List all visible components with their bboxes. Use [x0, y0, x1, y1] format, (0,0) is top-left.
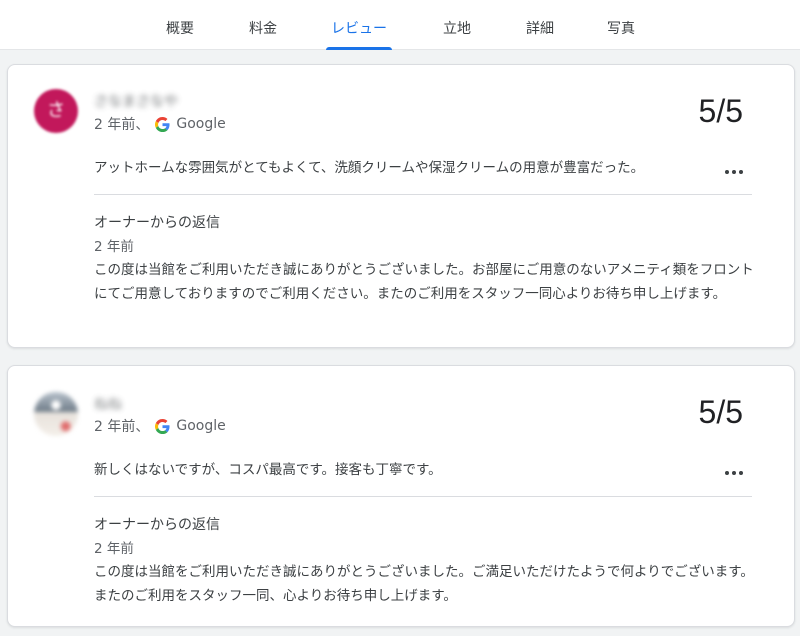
review-text: アットホームな雰囲気がとてもよくて、洗顔クリームや保湿クリームの用意が豊富だった…	[94, 160, 645, 176]
owner-reply-time: 2 年前	[94, 239, 134, 255]
owner-reply-time: 2 年前	[94, 541, 134, 557]
reviewer-name[interactable]: ねね	[94, 394, 122, 414]
tab-prices[interactable]: 料金	[243, 18, 283, 50]
reviewer-name[interactable]: さなまさなや	[94, 91, 178, 111]
tab-photos-label: 写真	[607, 21, 635, 37]
divider	[94, 496, 752, 497]
review-source: Google	[176, 418, 226, 434]
avatar-initial: さ	[47, 100, 65, 121]
review-text: 新しくはないですが、コスパ最高です。接客も丁寧です。	[94, 462, 442, 478]
review-card: ねね 2 年前、 Google 5/5 新しくはないですが、コスパ最高です。接客…	[7, 365, 795, 627]
more-horizontal-icon[interactable]	[724, 468, 744, 478]
tab-overview-label: 概要	[166, 21, 194, 37]
tab-bar: 概要 料金 レビュー 立地 詳細 写真	[0, 0, 800, 50]
tab-overview[interactable]: 概要	[160, 18, 200, 50]
avatar[interactable]	[34, 392, 78, 436]
active-tab-indicator	[326, 47, 392, 50]
review-meta: 2 年前、 Google	[94, 114, 226, 134]
avatar[interactable]: さ	[34, 89, 78, 133]
review-rating: 5/5	[698, 93, 743, 129]
review-source: Google	[176, 116, 226, 132]
tab-details-label: 詳細	[526, 21, 554, 37]
owner-reply-text: この度は当館をご利用いただき誠にありがとうございました。ご満足いただけたようで何…	[94, 564, 754, 604]
tab-prices-label: 料金	[249, 21, 277, 37]
tab-reviews-label: レビュー	[331, 21, 387, 37]
tab-photos[interactable]: 写真	[601, 18, 641, 50]
review-time: 2 年前、	[94, 419, 150, 435]
divider	[94, 194, 752, 195]
tab-reviews[interactable]: レビュー	[326, 18, 392, 50]
review-meta: 2 年前、 Google	[94, 416, 226, 436]
review-rating: 5/5	[698, 394, 743, 430]
review-card: さ さなまさなや 2 年前、 Google 5/5 アットホームな雰囲気がとても…	[7, 64, 795, 348]
tab-location[interactable]: 立地	[437, 18, 477, 50]
tab-location-label: 立地	[443, 21, 471, 37]
google-g-icon	[155, 116, 170, 132]
more-horizontal-icon[interactable]	[724, 167, 744, 177]
tab-details[interactable]: 詳細	[520, 18, 560, 50]
owner-reply-title: オーナーからの返信	[94, 517, 220, 533]
owner-reply-title: オーナーからの返信	[94, 215, 220, 231]
google-g-icon	[155, 418, 170, 434]
owner-reply-text: この度は当館をご利用いただき誠にありがとうございました。お部屋にご用意のないアメ…	[94, 262, 754, 302]
review-time: 2 年前、	[94, 117, 150, 133]
